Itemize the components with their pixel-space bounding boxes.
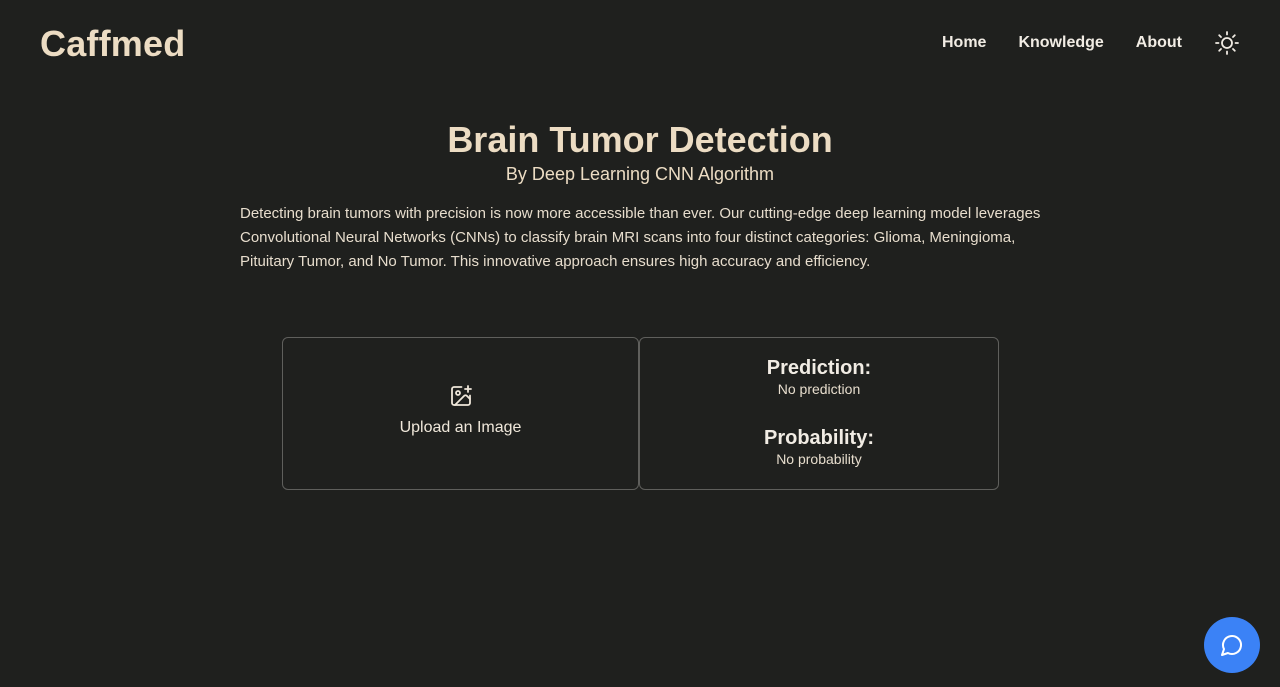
upload-image-dropzone[interactable]: Upload an Image <box>282 337 639 490</box>
probability-value: No probability <box>776 451 862 467</box>
prediction-heading: Prediction: <box>766 357 872 379</box>
image-plus-icon <box>450 384 472 406</box>
page-subtitle: By Deep Learning CNN Algorithm <box>505 164 775 184</box>
chat-button[interactable] <box>1204 617 1260 673</box>
nav-knowledge[interactable]: Knowledge <box>1018 30 1103 56</box>
nav-about[interactable]: About <box>1136 30 1182 56</box>
prediction-value: No prediction <box>777 381 861 397</box>
upload-label: Upload an Image <box>399 418 522 436</box>
detection-panel: Upload an Image Prediction: No predictio… <box>282 337 999 490</box>
brand-logo[interactable]: Caffmed <box>40 24 185 64</box>
theme-toggle-button[interactable] <box>1214 30 1240 56</box>
main-nav: Home Knowledge About <box>942 30 1240 56</box>
page: Caffmed Home Knowledge About Brain Tumor… <box>0 0 1280 687</box>
header: Caffmed Home Knowledge About <box>0 0 1280 88</box>
chat-bubble-icon <box>1221 635 1242 656</box>
result-card: Prediction: No prediction Probability: N… <box>639 337 999 490</box>
page-title: Brain Tumor Detection <box>447 119 833 160</box>
sun-icon <box>1215 31 1239 55</box>
page-description: Detecting brain tumors with precision is… <box>240 205 1041 270</box>
nav-home[interactable]: Home <box>942 30 986 56</box>
probability-heading: Probability: <box>763 427 874 449</box>
hero: Brain Tumor Detection By Deep Learning C… <box>0 118 1280 186</box>
